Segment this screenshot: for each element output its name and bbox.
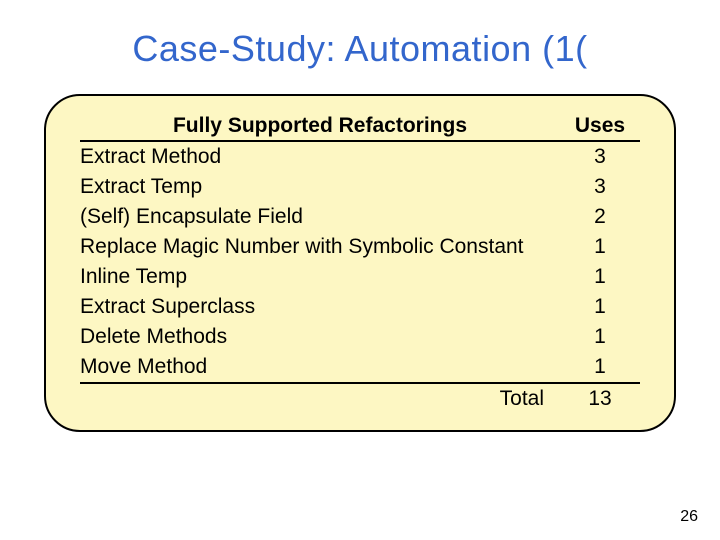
col-header-name: Fully Supported Refactorings bbox=[80, 114, 560, 141]
table-header-row: Fully Supported Refactorings Uses bbox=[80, 114, 640, 141]
table-row: Extract Method 3 bbox=[80, 142, 640, 172]
total-row: Total 13 bbox=[80, 384, 640, 414]
total-label: Total bbox=[80, 384, 560, 414]
cell-name: Inline Temp bbox=[80, 262, 560, 292]
col-header-uses: Uses bbox=[560, 114, 640, 141]
page-number: 26 bbox=[680, 508, 698, 526]
cell-name: Extract Method bbox=[80, 142, 560, 172]
slide-title: Case-Study: Automation (1( bbox=[44, 28, 676, 70]
cell-uses: 3 bbox=[560, 142, 640, 172]
content-box: Fully Supported Refactorings Uses Extrac… bbox=[44, 94, 676, 432]
slide: Case-Study: Automation (1( Fully Support… bbox=[0, 0, 720, 540]
table-row: Extract Temp 3 bbox=[80, 172, 640, 202]
table-row: Move Method 1 bbox=[80, 352, 640, 383]
table-row: Delete Methods 1 bbox=[80, 322, 640, 352]
cell-uses: 1 bbox=[560, 232, 640, 262]
refactorings-table: Fully Supported Refactorings Uses Extrac… bbox=[80, 114, 640, 414]
cell-name: (Self) Encapsulate Field bbox=[80, 202, 560, 232]
cell-name: Delete Methods bbox=[80, 322, 560, 352]
table-row: (Self) Encapsulate Field 2 bbox=[80, 202, 640, 232]
total-value: 13 bbox=[560, 384, 640, 414]
table-body: Extract Method 3 Extract Temp 3 (Self) E… bbox=[80, 142, 640, 384]
cell-uses: 2 bbox=[560, 202, 640, 232]
cell-uses: 1 bbox=[560, 262, 640, 292]
cell-name: Extract Superclass bbox=[80, 292, 560, 322]
cell-name: Extract Temp bbox=[80, 172, 560, 202]
cell-uses: 3 bbox=[560, 172, 640, 202]
cell-name: Move Method bbox=[80, 352, 560, 383]
cell-uses: 1 bbox=[560, 352, 640, 383]
table-row: Inline Temp 1 bbox=[80, 262, 640, 292]
table-row: Replace Magic Number with Symbolic Const… bbox=[80, 232, 640, 262]
table-row: Extract Superclass 1 bbox=[80, 292, 640, 322]
cell-name: Replace Magic Number with Symbolic Const… bbox=[80, 232, 560, 262]
cell-uses: 1 bbox=[560, 322, 640, 352]
cell-uses: 1 bbox=[560, 292, 640, 322]
